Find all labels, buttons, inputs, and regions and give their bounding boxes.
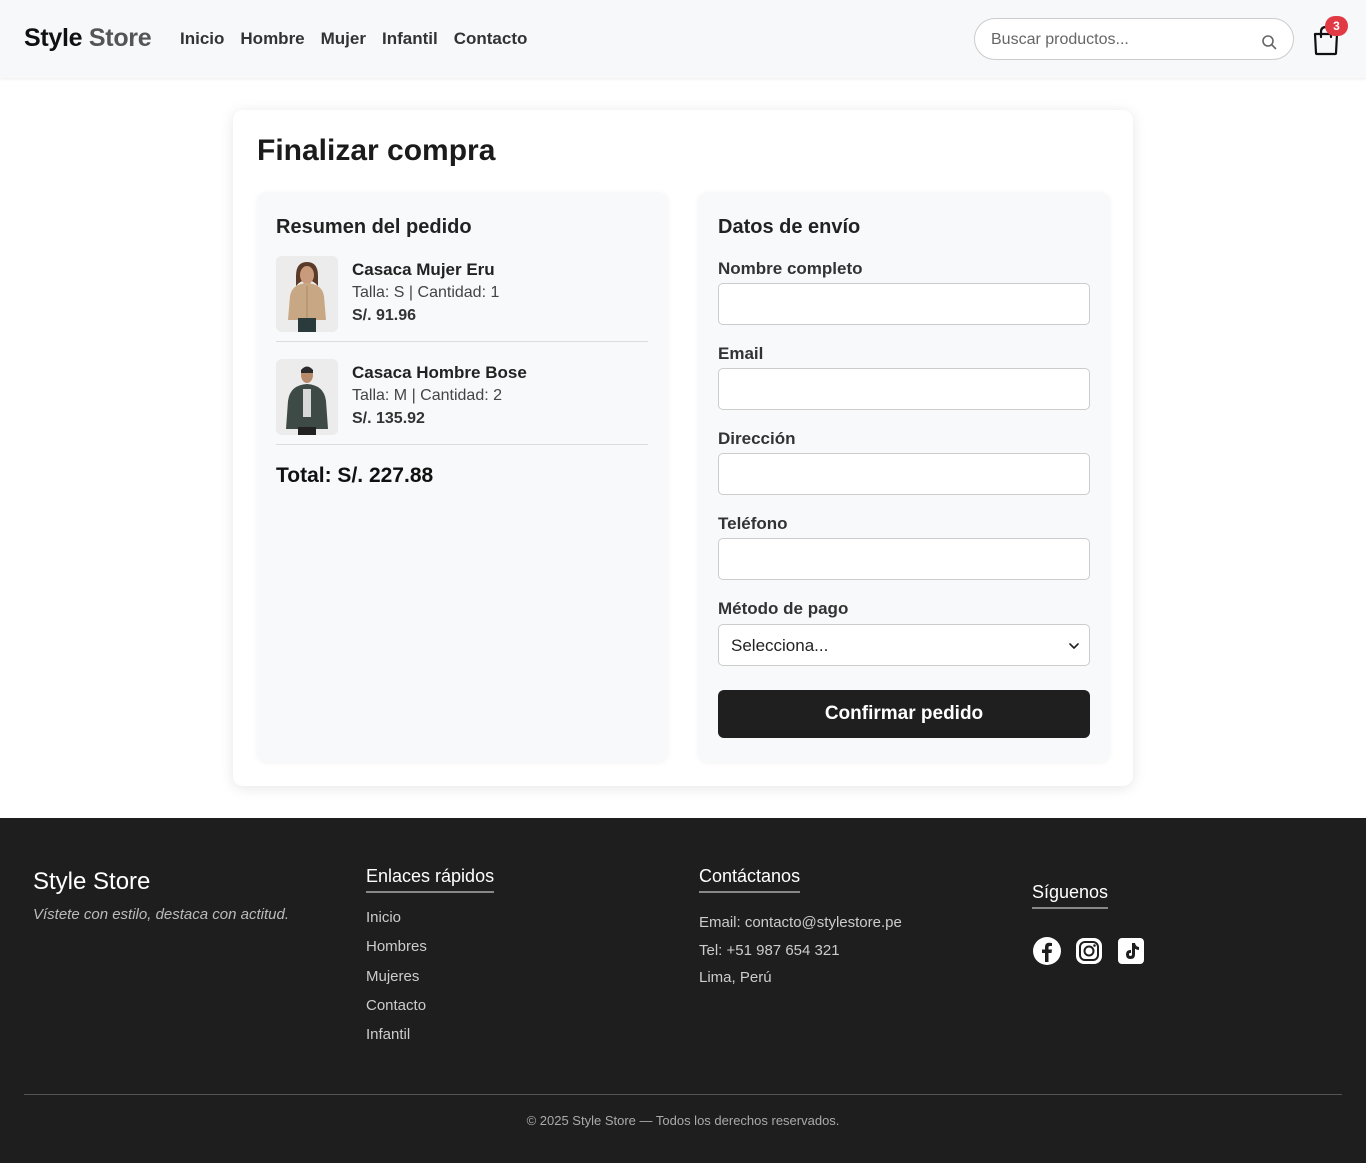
contact-phone: Tel: +51 987 654 321 (699, 942, 840, 959)
item-name: Casaca Mujer Eru (352, 260, 495, 279)
order-total: Total: S/. 227.88 (276, 464, 434, 487)
phone-input[interactable] (719, 539, 1089, 579)
instagram-icon[interactable] (1074, 936, 1104, 966)
facebook-icon[interactable] (1032, 936, 1062, 966)
chevron-down-icon (1069, 643, 1079, 649)
nav-mujer[interactable]: Mujer (321, 29, 366, 49)
search-input[interactable] (991, 29, 1241, 51)
order-summary: Resumen del pedido Casaca Mujer Eru Tall… (257, 192, 668, 762)
item-price: S/. 135.92 (352, 410, 425, 427)
item-meta: Talla: M | Cantidad: 2 (352, 387, 503, 404)
phone-label: Teléfono (718, 514, 788, 533)
address-field[interactable] (718, 453, 1090, 495)
checkout-card: Finalizar compra Resumen del pedido Casa… (233, 110, 1133, 786)
quick-links-title: Enlaces rápidos (366, 866, 495, 893)
footer-brand: Style Store (33, 868, 151, 895)
confirm-order-button[interactable]: Confirmar pedido (718, 690, 1090, 738)
full-name-label: Nombre completo (718, 259, 863, 278)
order-item: Casaca Hombre Bose Talla: M | Cantidad: … (276, 359, 648, 445)
order-item: Casaca Mujer Eru Talla: S | Cantidad: 1 … (276, 256, 648, 342)
payment-method-select[interactable]: Selecciona... (718, 624, 1090, 666)
nav-hombre[interactable]: Hombre (240, 29, 304, 49)
order-summary-title: Resumen del pedido (276, 216, 472, 238)
full-name-input[interactable] (719, 284, 1089, 324)
shipping-title: Datos de envío (718, 216, 861, 238)
phone-field[interactable] (718, 538, 1090, 580)
address-input[interactable] (719, 454, 1089, 494)
shipping-form: Datos de envío Nombre completo Email Dir… (698, 192, 1110, 762)
nav-contacto[interactable]: Contacto (454, 29, 528, 49)
address-label: Dirección (718, 429, 796, 448)
footer-link-hombres[interactable]: Hombres (366, 938, 427, 955)
tiktok-icon[interactable] (1116, 936, 1146, 966)
footer-link-mujeres[interactable]: Mujeres (366, 968, 419, 985)
page-title: Finalizar compra (257, 134, 496, 167)
item-price: S/. 91.96 (352, 307, 417, 324)
footer-link-infantil[interactable]: Infantil (366, 1026, 410, 1043)
man-jacket-image (276, 359, 338, 435)
brand-part-2: Store (88, 24, 152, 52)
brand-logo[interactable]: Style Store (24, 24, 152, 53)
item-meta: Talla: S | Cantidad: 1 (352, 284, 500, 301)
item-name: Casaca Hombre Bose (352, 363, 527, 382)
email-label: Email (718, 344, 764, 363)
footer-tagline: Vístete con estilo, destaca con actitud. (33, 906, 289, 923)
cart-count-badge: 3 (1325, 16, 1348, 36)
payment-method-value: Selecciona... (731, 636, 829, 655)
site-footer: Style Store Vístete con estilo, destaca … (0, 818, 1366, 1163)
brand-part-1: Style (24, 24, 83, 52)
footer-link-contacto[interactable]: Contacto (366, 997, 426, 1014)
nav-inicio[interactable]: Inicio (180, 29, 224, 49)
search-box (974, 18, 1294, 60)
social-title: Síguenos (1032, 882, 1109, 909)
woman-jacket-image (276, 256, 338, 332)
contact-title: Contáctanos (699, 866, 801, 893)
email-field[interactable] (718, 368, 1090, 410)
footer-divider (24, 1094, 1342, 1095)
full-name-field[interactable] (718, 283, 1090, 325)
footer-link-inicio[interactable]: Inicio (366, 909, 401, 926)
nav-infantil[interactable]: Infantil (382, 29, 438, 49)
search-icon[interactable] (1261, 34, 1277, 50)
site-header: Style Store Inicio Hombre Mujer Infantil… (0, 0, 1366, 78)
product-thumbnail-man-jacket (276, 359, 338, 435)
copyright-text: © 2025 Style Store — Todos los derechos … (526, 1113, 840, 1128)
payment-method-label: Método de pago (718, 599, 849, 618)
email-input[interactable] (719, 369, 1089, 409)
product-thumbnail-woman-jacket (276, 256, 338, 332)
contact-email: Email: contacto@stylestore.pe (699, 914, 902, 931)
contact-location: Lima, Perú (699, 969, 772, 986)
main-nav: Inicio Hombre Mujer Infantil Contacto (180, 29, 527, 49)
